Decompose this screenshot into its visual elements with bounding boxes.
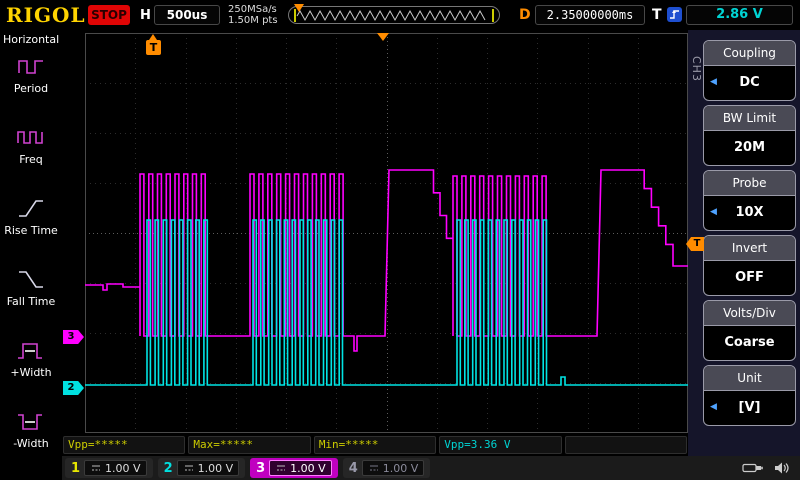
left-sidebar: Horizontal Period Freq Rise Time Fall Time +…	[0, 30, 62, 480]
menu-item-unit[interactable]: Unit ◀ [V]	[703, 365, 796, 426]
acquisition-info: 250MSa/s 1.50M pts	[228, 4, 278, 26]
sidebar-item-label: Fall Time	[6, 295, 56, 308]
memory-position-bar	[288, 4, 500, 24]
channel-status-4[interactable]: 4 1.00 V	[342, 458, 431, 478]
channel-status-1[interactable]: 1 1.00 V	[65, 458, 153, 478]
menu-item-value: 20M	[733, 140, 766, 155]
menu-item-title: Volts/Div	[704, 301, 795, 326]
delay-readout: 2.35000000ms	[535, 5, 645, 25]
delay-label: D	[519, 7, 531, 23]
dc-coupling-icon	[369, 465, 378, 471]
sidebar-item-label: -Width	[13, 437, 49, 450]
rise-time-icon	[19, 200, 43, 217]
sidebar-item-width[interactable]: -Width	[0, 408, 62, 474]
menu-item-value: ◀ [V]	[704, 391, 795, 425]
sidebar-item-period[interactable]: Period	[0, 53, 62, 119]
dc-coupling-icon	[277, 465, 286, 471]
menu-channel-tag: CH3	[690, 56, 703, 82]
usb-icon	[742, 463, 763, 473]
delay-position-marker[interactable]	[377, 33, 389, 41]
horizontal-label: H	[140, 8, 151, 23]
speaker-icon	[775, 462, 789, 474]
trigger-level-readout: 2.86 V	[686, 5, 793, 25]
sidebar-item-width[interactable]: +Width	[0, 337, 62, 403]
channel-number: 1	[71, 460, 81, 476]
timebase-readout: 500us	[154, 5, 220, 25]
brand-logo: RIGOL	[6, 3, 86, 27]
channel-scale: 1.00 V	[361, 460, 425, 476]
sidebar-item-rise-time[interactable]: Rise Time	[0, 195, 62, 261]
channel-number: 3	[256, 460, 266, 476]
fall-time-icon	[19, 271, 43, 288]
top-bar: RIGOL STOP H 500us 250MSa/s 1.50M pts D …	[0, 0, 800, 30]
run-state-badge: STOP	[88, 5, 130, 25]
menu-item-value: Coarse	[724, 335, 775, 350]
option-arrow-icon: ◀	[710, 77, 717, 87]
menu-item-invert[interactable]: Invert OFF	[703, 235, 796, 296]
trigger-position-flag[interactable]: T	[146, 34, 161, 55]
sidebar-item-label: Period	[13, 82, 49, 95]
memory-depth: 1.50M pts	[228, 15, 278, 26]
channel-scale: 1.00 V	[176, 460, 240, 476]
menu-item-title: Invert	[704, 236, 795, 261]
option-arrow-icon: ◀	[710, 207, 717, 217]
measurement-slot-5	[564, 436, 688, 454]
menu-item-title: BW Limit	[704, 106, 795, 131]
oscilloscope-screen: RIGOL STOP H 500us 250MSa/s 1.50M pts D …	[0, 0, 800, 480]
channel-number: 4	[348, 460, 358, 476]
trigger-position-label: T	[149, 41, 158, 54]
sidebar-item-freq[interactable]: Freq	[0, 124, 62, 190]
plus-width-icon	[18, 343, 42, 359]
menu-item-value: ◀ DC	[704, 66, 795, 100]
measurement-slot-3: Min=*****	[313, 436, 437, 454]
menu-item-coupling[interactable]: Coupling ◀ DC	[703, 40, 796, 101]
sidebar-title: Horizontal	[3, 33, 60, 46]
channel-number: 2	[163, 460, 173, 476]
measurement-slot-1: Vpp=*****	[63, 436, 186, 454]
sample-rate: 250MSa/s	[228, 4, 277, 15]
trigger-edge-icon	[667, 7, 682, 22]
waveform-display	[85, 33, 688, 433]
menu-item-title: Unit	[704, 366, 795, 391]
channel-status-2[interactable]: 2 1.00 V	[157, 458, 246, 478]
dc-coupling-icon	[92, 465, 101, 471]
dc-coupling-icon	[184, 465, 193, 471]
memory-trigger-marker	[294, 4, 304, 12]
menu-item-value: OFF	[735, 270, 764, 285]
sidebar-item-label: Rise Time	[4, 224, 58, 237]
graticule-area: T	[62, 30, 688, 434]
channel-status-3[interactable]: 3 1.00 V	[250, 458, 338, 478]
option-arrow-icon: ◀	[710, 402, 717, 412]
sidebar-item-label: Freq	[19, 153, 43, 166]
measurement-bar: Vpp=***** Max=***** Min=***** Vpp=3.36 V	[62, 434, 688, 456]
status-bar: 1 1.00 V 2 1.00 V 3 1.00 V 4 1.00 V	[62, 456, 800, 480]
freq-icon	[17, 131, 43, 144]
trigger-label: T	[652, 7, 662, 23]
sidebar-item-fall-time[interactable]: Fall Time	[0, 266, 62, 332]
menu-item-bw-limit[interactable]: BW Limit 20M	[703, 105, 796, 166]
softkey-menu: CH3 Coupling ◀ DC BW Limit 20M Probe ◀ 10X Inver…	[688, 30, 800, 456]
menu-item-value: ◀ 10X	[704, 196, 795, 230]
menu-item-title: Probe	[704, 171, 795, 196]
menu-item-probe[interactable]: Probe ◀ 10X	[703, 170, 796, 231]
channel-scale: 1.00 V	[84, 460, 147, 476]
measurement-slot-2: Max=*****	[188, 436, 311, 454]
minus-width-icon	[18, 414, 42, 430]
sidebar-item-label: +Width	[10, 366, 52, 379]
menu-item-title: Coupling	[704, 41, 795, 66]
period-icon	[18, 60, 43, 74]
system-icons	[742, 461, 800, 475]
menu-item-volts-div[interactable]: Volts/Div Coarse	[703, 300, 796, 361]
memory-waveform-icon	[294, 9, 494, 22]
channel-scale: 1.00 V	[269, 460, 332, 476]
measurement-slot-4: Vpp=3.36 V	[439, 436, 562, 454]
